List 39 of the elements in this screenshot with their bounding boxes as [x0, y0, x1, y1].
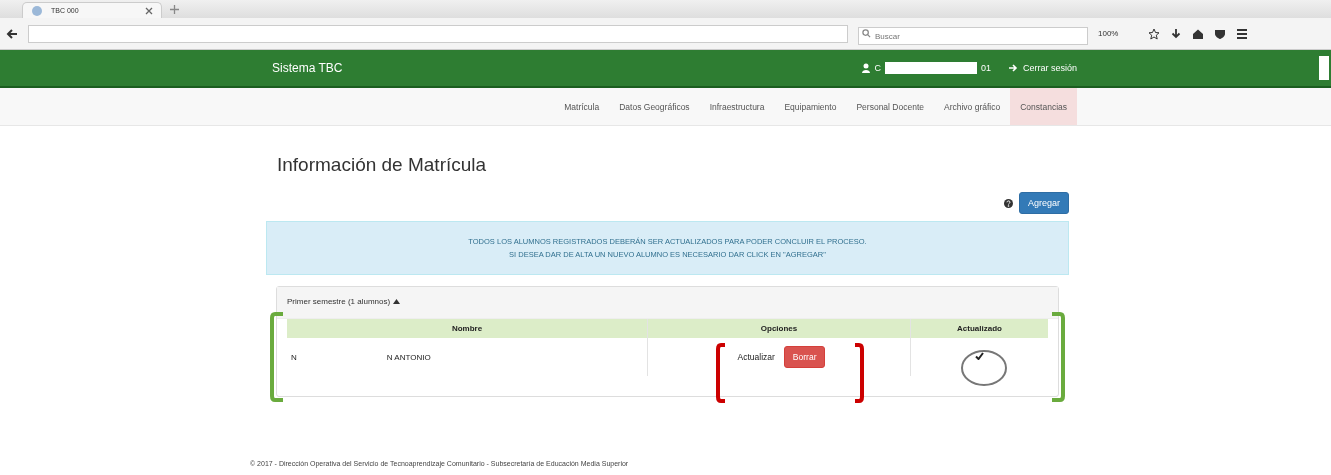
home-icon[interactable] [1192, 27, 1205, 40]
help-icon[interactable] [1003, 198, 1013, 208]
sign-out-icon [1008, 64, 1019, 72]
column-header: Opciones [647, 319, 911, 338]
user-icon [862, 63, 871, 73]
menu-tab[interactable]: Infraestructura [699, 88, 775, 125]
menu-tab[interactable]: Matrícula [554, 88, 610, 125]
panel-toggle[interactable]: Primer semestre (1 alumnos) [287, 297, 391, 306]
menu-tab[interactable]: Personal Docente [846, 88, 934, 125]
scroll-handle [1319, 56, 1329, 80]
user-name[interactable]: 01 [980, 63, 991, 73]
delete-button[interactable]: Borrar [783, 346, 826, 368]
search-field[interactable]: Buscar [858, 27, 1088, 45]
name-text: N [291, 352, 297, 362]
menu-tab[interactable]: Archivo gráfico [934, 88, 1011, 125]
page-title: Información de Matrícula [277, 154, 488, 176]
name-text: N ANTONIO [386, 352, 431, 362]
zoom-level[interactable]: 100% [1098, 29, 1119, 38]
plus-icon[interactable] [170, 5, 179, 14]
shield-icon[interactable] [1214, 27, 1227, 40]
user-name[interactable]: C [874, 63, 881, 73]
menu-tab[interactable]: Equipamiento [774, 88, 847, 125]
bracket-drawing [715, 343, 727, 403]
bracket-drawing [853, 343, 865, 403]
menu-icon[interactable] [1236, 27, 1249, 40]
brand-title[interactable]: Sistema TBC [272, 61, 343, 75]
circle-drawing [960, 349, 1008, 387]
download-icon[interactable] [1170, 27, 1183, 40]
add-button[interactable]: Agregar [1018, 192, 1069, 214]
caret-icon[interactable] [393, 299, 401, 304]
globe-icon [31, 4, 43, 17]
menu-tab[interactable]: Constancias [1010, 88, 1077, 125]
menu-tab[interactable]: Datos Geográficos [609, 88, 700, 125]
logout-link[interactable]: Cerrar sesión [1022, 63, 1077, 73]
column-header: Actualizado [910, 319, 1048, 338]
back-arrow-icon[interactable] [6, 27, 18, 40]
column-header: Nombre [287, 319, 648, 338]
close-icon[interactable] [145, 6, 153, 15]
star-icon[interactable] [1148, 27, 1161, 40]
